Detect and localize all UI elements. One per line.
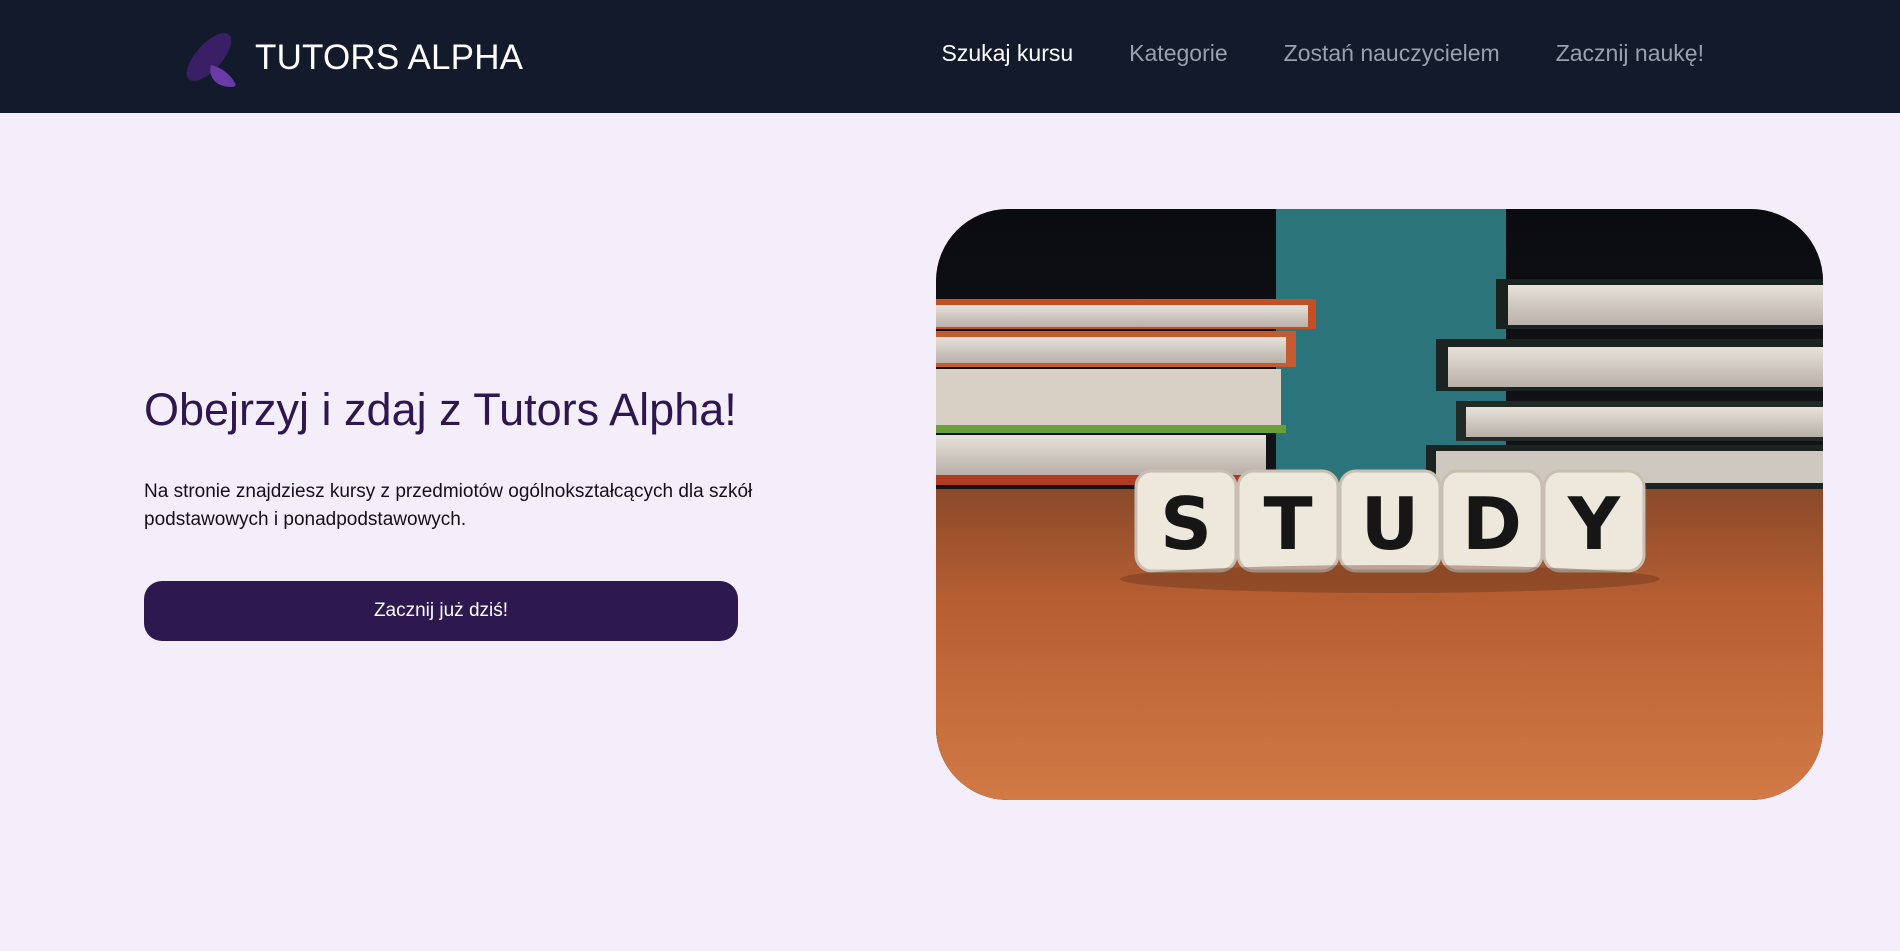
die-letter: D xyxy=(1462,482,1522,566)
brand-name: TUTORS ALPHA xyxy=(255,38,524,77)
navbar: TUTORS ALPHA Szukaj kursu Kategorie Zost… xyxy=(0,0,1900,113)
hero-title: Obejrzyj i zdaj z Tutors Alpha! xyxy=(144,384,737,435)
start-today-button[interactable]: Zacznij już dziś! xyxy=(144,581,738,641)
nav-link-start-learning[interactable]: Zacznij naukę! xyxy=(1556,40,1704,67)
die-letter: S xyxy=(1160,482,1212,566)
main-nav: Szukaj kursu Kategorie Zostań nauczyciel… xyxy=(942,40,1705,67)
die-letter: U xyxy=(1361,482,1419,566)
study-photo-illustration: S T U D Y xyxy=(936,209,1823,800)
nav-link-become-teacher[interactable]: Zostań nauczycielem xyxy=(1284,40,1500,67)
nav-link-search-course[interactable]: Szukaj kursu xyxy=(942,40,1074,67)
hero-description: Na stronie znajdziesz kursy z przedmiotó… xyxy=(144,481,753,530)
die-letter: T xyxy=(1263,482,1312,566)
nav-link-categories[interactable]: Kategorie xyxy=(1129,40,1227,67)
left-book-stack xyxy=(936,299,1316,485)
study-dice-books-photo: S T U D Y xyxy=(936,209,1823,800)
die-letter: Y xyxy=(1567,482,1621,566)
purple-leaf-logo-icon xyxy=(186,33,236,87)
brand-link[interactable]: TUTORS ALPHA xyxy=(183,26,523,90)
study-dice: S T U D Y xyxy=(1134,469,1646,573)
